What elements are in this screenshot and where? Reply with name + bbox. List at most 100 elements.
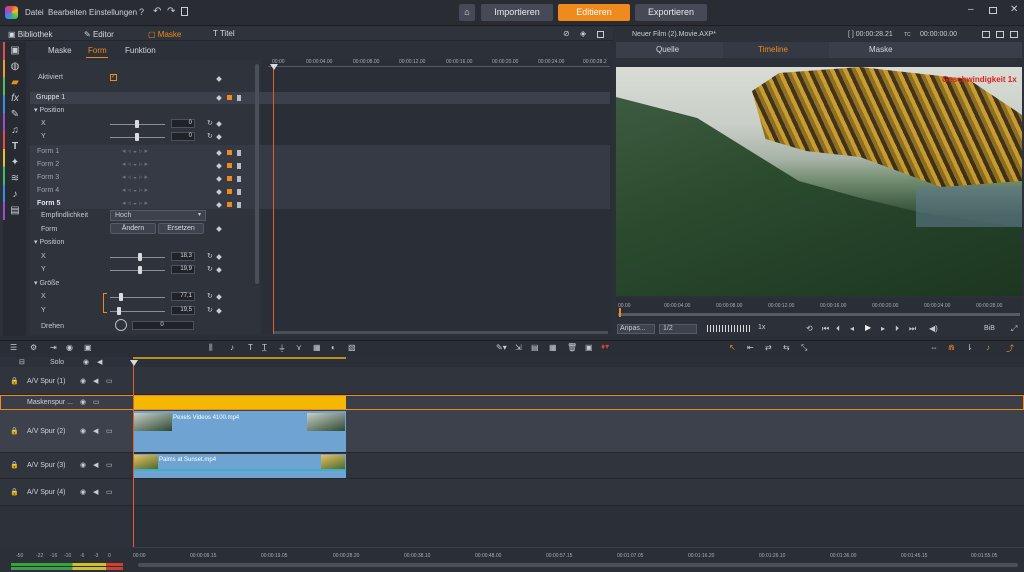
pos-y-slider-knob[interactable] [135, 133, 139, 141]
pos2-x-field[interactable]: 18,3 [171, 252, 195, 261]
go-end-icon[interactable]: ⏭ [909, 324, 916, 334]
delete-icon[interactable] [237, 189, 241, 195]
track-name[interactable]: A/V Spur (1) [27, 378, 66, 385]
color-square-icon[interactable] [227, 176, 232, 181]
speaker-icon[interactable]: ◀ [93, 377, 98, 385]
panel-maximize-icon[interactable] [597, 31, 604, 38]
monitor-icon[interactable]: ▭ [106, 377, 113, 385]
keyframe-playhead-handle[interactable] [270, 64, 278, 70]
timeline-playhead-handle[interactable] [130, 360, 138, 366]
stretch-icon[interactable]: ⤡ [801, 343, 807, 353]
lock-icon[interactable]: 🔒 [10, 488, 19, 496]
link-icon[interactable]: ⊘ [563, 29, 570, 38]
lock-all-icon[interactable]: ⊟ [19, 358, 25, 366]
eye-icon[interactable]: ◉ [80, 427, 86, 435]
color-square-icon[interactable] [227, 150, 232, 155]
audio-effect-icon[interactable]: ♪ [8, 188, 22, 202]
music-icon[interactable]: ♫ [8, 124, 22, 138]
size-section[interactable]: ▾ Größe [34, 279, 59, 287]
montage-icon[interactable]: ▤ [8, 204, 22, 218]
position-section[interactable]: ▾ Position [34, 106, 64, 114]
rotate-field[interactable]: 0 [132, 321, 194, 330]
snapshot-tool-icon[interactable]: ▣ [585, 343, 593, 352]
tab-editor[interactable]: ✎ Editor [84, 30, 114, 39]
snapshot-icon[interactable]: ⤢ [1011, 324, 1017, 334]
motion-icon[interactable]: ▧ [348, 343, 356, 352]
color-square-icon[interactable] [227, 189, 232, 194]
marker-icon[interactable]: ◉ [66, 343, 73, 352]
jog-wheel[interactable] [707, 325, 751, 332]
fullscreen-icon[interactable] [982, 31, 990, 38]
redo-icon[interactable]: ↷ [167, 6, 175, 17]
pos2-y-slider-knob[interactable] [138, 266, 142, 274]
reset-icon[interactable]: ↻ [207, 119, 213, 127]
step-back-icon[interactable]: ◂ [850, 324, 854, 333]
monitor-icon[interactable]: ▭ [93, 398, 100, 406]
preview-scrub-bar[interactable] [618, 313, 1020, 316]
fit-dropdown[interactable]: Anpas... [617, 324, 655, 334]
activated-checkbox[interactable]: ✓ [110, 74, 117, 81]
timeline-playhead[interactable] [133, 360, 134, 548]
delete-icon[interactable] [237, 95, 241, 101]
monitor-icon[interactable]: ▭ [106, 461, 113, 469]
slip-icon[interactable]: ⇄ [765, 343, 772, 352]
document-icon[interactable] [181, 7, 188, 16]
maximize-preview-icon[interactable] [1010, 31, 1018, 38]
reset-icon[interactable]: ↻ [207, 265, 213, 273]
help-icon[interactable]: ? [139, 7, 144, 17]
tab-timeline[interactable]: Timeline [758, 45, 788, 54]
pin-icon[interactable]: ◈ [580, 29, 586, 38]
close-icon[interactable]: ✕ [1010, 4, 1018, 15]
delete-icon[interactable] [237, 176, 241, 182]
reset-icon[interactable]: ↻ [207, 252, 213, 260]
size-link-bracket[interactable] [103, 293, 107, 313]
grid-icon[interactable]: ▦ [549, 343, 557, 352]
delete-icon[interactable] [237, 163, 241, 169]
color-square-icon[interactable] [227, 202, 232, 207]
form-row-label[interactable]: Form 2 [37, 161, 59, 168]
reset-icon[interactable]: ↻ [207, 132, 213, 140]
speaker-icon[interactable]: ◀ [93, 427, 98, 435]
brush-icon[interactable]: ✎ [8, 108, 22, 122]
lock-icon[interactable]: 🔒 [10, 427, 19, 435]
go-start-icon[interactable]: ⏮ [822, 324, 829, 334]
smart-insert-icon[interactable]: ⤴ [1006, 343, 1014, 354]
fx-icon[interactable]: fx [8, 92, 22, 106]
properties-scrollbar[interactable] [255, 64, 259, 284]
size-x-slider-knob[interactable] [119, 293, 123, 301]
maximize-icon[interactable] [989, 7, 997, 14]
split-icon[interactable]: ⋎ [296, 343, 302, 352]
undock-icon[interactable] [996, 31, 1004, 38]
form-row-label[interactable]: Form 4 [37, 187, 59, 194]
playhead-sync-icon[interactable]: ⇂ [966, 343, 973, 352]
speaker-all-icon[interactable]: ◀ [97, 358, 102, 366]
play-icon[interactable]: ▶ [865, 323, 871, 332]
subtab-shape[interactable]: Form [88, 46, 107, 55]
rotate-dial[interactable] [115, 319, 127, 331]
track-name[interactable]: A/V Spur (4) [27, 489, 66, 496]
position2-section[interactable]: ▾ Position [34, 238, 64, 246]
eye-icon[interactable]: ◉ [80, 377, 86, 385]
track-name[interactable]: A/V Spur (3) [27, 462, 66, 469]
add-track-icon[interactable]: ⚙ [30, 343, 37, 352]
brush-tool-icon[interactable]: ✎▾ [496, 343, 507, 352]
ratio-dropdown[interactable]: 1/2 [659, 324, 697, 334]
solo-label[interactable]: Solo [50, 359, 64, 366]
size-y-slider-knob[interactable] [117, 307, 121, 315]
storyboard-icon[interactable]: ▣ [84, 343, 92, 352]
tc-readout[interactable]: 00:00:00.00 [920, 31, 957, 38]
track-name[interactable]: A/V Spur (2) [27, 428, 66, 435]
pos-x-field[interactable]: 0 [171, 119, 195, 128]
size-x-field[interactable]: 77,1 [171, 292, 195, 301]
home-button[interactable]: ⌂ [459, 4, 475, 21]
prev-frame-icon[interactable]: ⏴ [836, 324, 840, 334]
track-name[interactable]: Maskenspur ... [27, 399, 73, 406]
delete-clip-icon[interactable]: 🗑 [567, 343, 577, 352]
minimize-icon[interactable]: – [968, 4, 974, 15]
video-clip[interactable]: Palms at Sunset.mp4 [133, 454, 346, 478]
sensitivity-dropdown[interactable]: Hoch ▾ [110, 210, 206, 221]
step-forward-icon[interactable]: ▸ [881, 324, 885, 333]
next-frame-icon[interactable]: ⏵ [895, 324, 899, 334]
form-row-label[interactable]: Form 1 [37, 148, 59, 155]
roll-icon[interactable]: ⇆ [783, 343, 790, 352]
